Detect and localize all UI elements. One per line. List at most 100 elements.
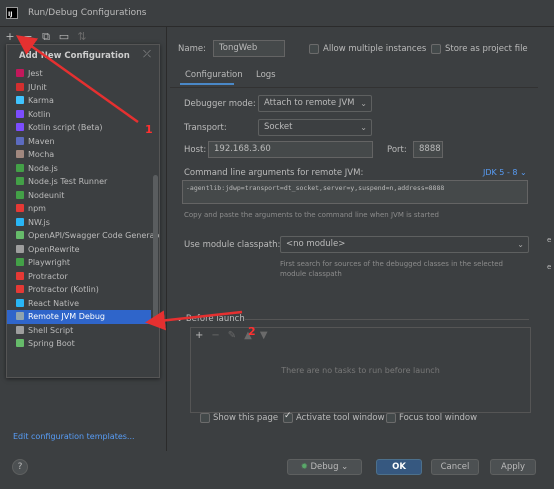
configuration-type-icon <box>16 136 24 145</box>
before-launch-empty-text: There are no tasks to run before launch <box>281 366 440 375</box>
active-tab-indicator <box>180 83 234 85</box>
collapse-icon[interactable]: ⤫ <box>143 49 151 60</box>
configuration-type-label: Node.js <box>28 163 58 173</box>
configuration-type-icon <box>16 312 24 320</box>
tab-logs[interactable]: Logs <box>256 70 276 80</box>
configuration-type-label: npm <box>28 204 46 213</box>
configuration-type-item[interactable]: Node.js Test Runner <box>7 175 151 189</box>
tab-configuration[interactable]: Configuration <box>185 70 243 80</box>
debug-button-label: Debug <box>310 462 339 472</box>
popup-header: Add New Configuration ⤫ <box>7 45 159 67</box>
jdk-version-text: JDK 5 - 8 <box>483 168 518 177</box>
remove-icon[interactable]: − <box>22 31 34 43</box>
configuration-type-item[interactable]: Shell Script <box>7 324 151 338</box>
transport-label: Transport: <box>184 123 227 133</box>
before-launch-toggle[interactable]: ⌄ Before launch <box>176 314 245 324</box>
before-launch-panel: + − ✎ ▲ ▼ There are no tasks to run befo… <box>190 327 531 413</box>
debugger-mode-value: Attach to remote JVM <box>264 98 355 108</box>
configuration-type-label: Protractor (Kotlin) <box>28 285 99 294</box>
allow-multiple-checkbox[interactable] <box>309 44 319 54</box>
window-title: Run/Debug Configurations <box>28 8 147 18</box>
configuration-type-item[interactable]: Node.js <box>7 162 151 176</box>
edit-templates-link[interactable]: Edit configuration templates... <box>13 432 135 441</box>
popup-scrollbar[interactable] <box>153 175 158 325</box>
configuration-type-icon <box>16 96 24 104</box>
configuration-type-item[interactable]: Jest <box>7 67 151 81</box>
remove-task-icon[interactable]: − <box>211 330 219 341</box>
cancel-button[interactable]: Cancel <box>431 459 479 475</box>
before-launch-label: Before launch <box>185 314 245 324</box>
configuration-type-item[interactable]: npm <box>7 202 151 216</box>
configuration-type-item[interactable]: Protractor <box>7 270 151 284</box>
configuration-type-item[interactable]: Mocha <box>7 148 151 162</box>
folder-icon[interactable]: ▭ <box>58 31 70 43</box>
configuration-type-label: Nodeunit <box>28 190 65 200</box>
host-label: Host: <box>184 145 207 155</box>
apply-button[interactable]: Apply <box>490 459 536 475</box>
debug-button[interactable]: ✹ Debug ⌄ <box>287 459 362 475</box>
intellij-app-icon: IJ <box>6 7 18 19</box>
cmd-args-field[interactable]: -agentlib:jdwp=transport=dt_socket,serve… <box>182 180 528 204</box>
sort-icon[interactable]: ⇅ <box>76 31 88 43</box>
configuration-type-label: Jest <box>28 69 43 78</box>
tab-separator <box>170 87 538 88</box>
configuration-type-item[interactable]: Remote JVM Debug <box>7 310 151 324</box>
configuration-type-icon <box>16 298 24 307</box>
transport-select[interactable]: Socket ⌄ <box>258 119 372 136</box>
configuration-type-item[interactable]: Protractor (Kotlin) <box>7 283 151 297</box>
configuration-type-icon <box>16 258 24 266</box>
add-icon[interactable]: + <box>4 31 16 43</box>
bug-icon: ✹ <box>300 462 308 472</box>
configuration-type-item[interactable]: JUnit <box>7 81 151 95</box>
edit-task-icon[interactable]: ✎ <box>228 330 236 341</box>
configuration-type-item[interactable]: Kotlin <box>7 108 151 122</box>
port-field[interactable]: 8888 <box>413 141 443 158</box>
configuration-type-item[interactable]: Playwright <box>7 256 151 270</box>
host-field[interactable]: 192.168.3.60 <box>208 141 373 158</box>
module-classpath-select[interactable]: <no module> ⌄ <box>280 236 529 253</box>
configuration-type-label: NW.js <box>28 217 50 227</box>
configuration-type-label: Maven <box>28 136 55 146</box>
configuration-type-item[interactable]: Maven <box>7 135 151 149</box>
configuration-type-item[interactable]: Nodeunit <box>7 189 151 203</box>
configuration-type-label: OpenRewrite <box>28 244 80 254</box>
store-project-checkbox[interactable] <box>431 44 441 54</box>
module-classpath-value: <no module> <box>286 239 346 249</box>
configuration-type-label: OpenAPI/Swagger Code Generator <box>28 231 160 240</box>
configuration-type-label: Kotlin script (Beta) <box>28 123 103 132</box>
configuration-type-icon <box>16 339 24 347</box>
store-project-label: Store as project file <box>445 44 528 54</box>
configuration-type-item[interactable]: Karma <box>7 94 151 108</box>
chevron-down-icon: ⌄ <box>341 462 349 472</box>
jdk-version-selector[interactable]: JDK 5 - 8 ⌄ <box>483 168 527 177</box>
configuration-type-label: Node.js Test Runner <box>28 177 108 186</box>
configuration-type-item[interactable]: React Native <box>7 297 151 311</box>
ok-button[interactable]: OK <box>376 459 422 475</box>
copy-icon[interactable]: ⧉ <box>40 31 52 43</box>
configuration-type-icon <box>16 231 24 239</box>
name-field[interactable]: TongWeb <box>213 40 285 57</box>
dialog-footer: ? ✹ Debug ⌄ OK Cancel Apply <box>0 451 554 489</box>
add-task-icon[interactable]: + <box>195 330 203 341</box>
help-icon[interactable]: ? <box>12 459 28 475</box>
configuration-type-icon <box>16 123 24 131</box>
configuration-type-label: Kotlin <box>28 109 51 119</box>
activate-tool-window-checkbox[interactable] <box>283 411 293 423</box>
debugger-mode-select[interactable]: Attach to remote JVM ⌄ <box>258 95 372 112</box>
configuration-type-label: React Native <box>28 298 80 308</box>
configuration-type-icon <box>16 69 24 77</box>
name-label: Name: <box>178 44 206 54</box>
annotation-number-1: 1 <box>145 123 153 136</box>
configuration-type-item[interactable]: OpenRewrite <box>7 243 151 257</box>
configuration-type-item[interactable]: NW.js <box>7 216 151 230</box>
focus-tool-window-checkbox[interactable] <box>386 413 396 423</box>
configuration-type-item[interactable]: OpenAPI/Swagger Code Generator <box>7 229 159 243</box>
configurations-pane: + − ⧉ ▭ ⇅ Add New Configuration ⤫ Jest JU… <box>0 27 167 451</box>
configuration-type-item[interactable]: Kotlin script (Beta) <box>7 121 151 135</box>
move-down-icon[interactable]: ▼ <box>260 330 268 341</box>
configuration-type-label: Shell Script <box>28 325 74 335</box>
configuration-type-item[interactable]: Spring Boot <box>7 337 151 351</box>
show-page-checkbox[interactable] <box>200 413 210 423</box>
configuration-type-label: Playwright <box>28 258 71 267</box>
cmd-args-label: Command line arguments for remote JVM: <box>184 168 364 178</box>
